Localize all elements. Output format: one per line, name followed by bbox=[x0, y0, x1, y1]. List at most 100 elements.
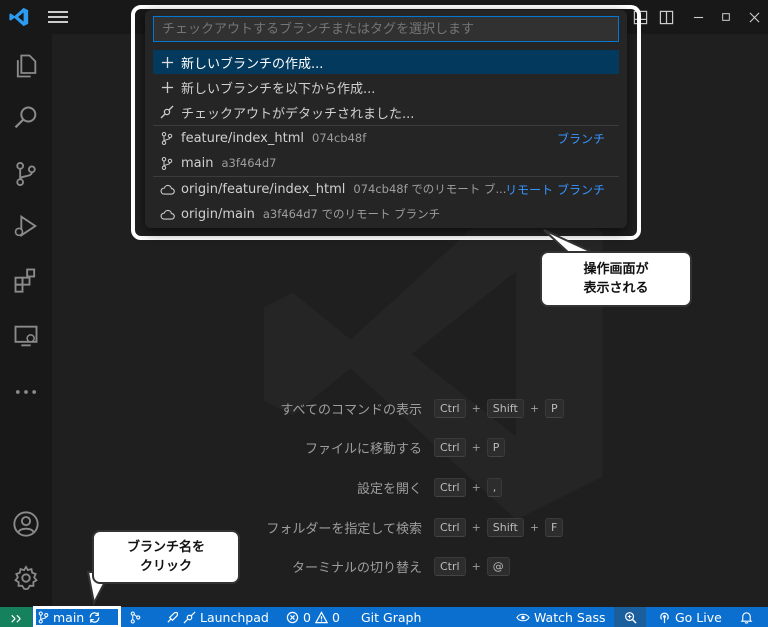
eye-icon bbox=[516, 613, 530, 621]
watch-sass-label: Watch Sass bbox=[534, 609, 606, 625]
activity-bar bbox=[0, 34, 52, 607]
watch-sass-button[interactable]: Watch Sass bbox=[516, 607, 606, 627]
go-live-label: Go Live bbox=[675, 609, 722, 625]
item-label: 新しいブランチを以下から作成... bbox=[181, 81, 376, 97]
account-icon[interactable] bbox=[0, 504, 52, 544]
shortcut-label: すべてのコマンドの表示 bbox=[280, 402, 422, 418]
bell-icon bbox=[740, 611, 753, 624]
git-graph-icon bbox=[130, 610, 141, 624]
minimize-icon[interactable] bbox=[688, 7, 708, 27]
zoom-button[interactable] bbox=[614, 607, 646, 627]
key-cap: P bbox=[545, 398, 564, 418]
remote-branch-item[interactable]: origin/feature/index_html 074cb48f でのリモー… bbox=[153, 177, 619, 201]
item-label: チェックアウトがデタッチされました... bbox=[181, 106, 415, 122]
plus-icon bbox=[157, 81, 177, 94]
gear-icon[interactable] bbox=[0, 558, 52, 598]
key-cap: Ctrl bbox=[434, 556, 466, 576]
git-graph-button[interactable]: Git Graph bbox=[361, 607, 421, 627]
git-commit-icon bbox=[157, 105, 177, 119]
status-bar: main Launchpad 0 0 Git Graph Watch Sass … bbox=[0, 606, 768, 627]
key-cap: P bbox=[486, 437, 506, 457]
git-graph-label: Git Graph bbox=[361, 609, 422, 625]
item-label: main bbox=[181, 155, 214, 171]
item-label: origin/main bbox=[181, 206, 255, 222]
item-description: 074cb48f でのリモート ブ... bbox=[353, 182, 507, 196]
create-branch-from-item[interactable]: 新しいブランチを以下から作成... bbox=[153, 75, 619, 99]
toggle-secondary-sidebar-icon[interactable] bbox=[656, 7, 676, 27]
warning-count: 0 bbox=[331, 609, 340, 625]
problems-indicator[interactable]: 0 0 bbox=[286, 607, 340, 627]
more-icon[interactable] bbox=[0, 372, 52, 412]
shortcut-label: 設定を開く bbox=[356, 481, 422, 497]
callout-line: 表示される bbox=[583, 281, 649, 296]
callout-line: 操作画面が bbox=[583, 262, 649, 277]
explorer-icon[interactable] bbox=[0, 46, 52, 86]
git-branch-icon bbox=[157, 156, 177, 171]
sync-icon bbox=[89, 611, 100, 623]
branch-name: main bbox=[53, 609, 85, 625]
item-label: origin/feature/index_html bbox=[181, 181, 346, 197]
remote-indicator[interactable] bbox=[0, 607, 32, 627]
rocket-icon bbox=[167, 611, 179, 623]
branch-item[interactable]: feature/index_html 074cb48f ブランチ bbox=[153, 126, 619, 150]
broadcast-icon bbox=[660, 612, 669, 623]
item-tag: ブランチ bbox=[556, 131, 605, 146]
go-live-button[interactable]: Go Live bbox=[658, 607, 722, 627]
search-icon[interactable] bbox=[0, 98, 52, 138]
shortcut-row: 設定を開く Ctrl + , bbox=[172, 475, 732, 499]
key-cap: @ bbox=[486, 556, 510, 576]
close-icon[interactable] bbox=[744, 7, 764, 27]
key-cap: Shift bbox=[486, 398, 524, 418]
item-tag: リモート ブランチ bbox=[505, 182, 605, 197]
key-cap: Ctrl bbox=[434, 477, 466, 497]
shortcut-row: ターミナルの切り替え Ctrl + @ bbox=[172, 554, 732, 578]
shortcut-row: ファイルに移動する Ctrl + P bbox=[172, 435, 732, 459]
shortcut-row: すべてのコマンドの表示 Ctrl + Shift + P bbox=[172, 396, 732, 420]
git-graph-icon-button[interactable] bbox=[130, 607, 141, 627]
callout-line: クリック bbox=[139, 559, 192, 574]
callout-line: ブランチ名を bbox=[126, 540, 205, 555]
remote-branch-item[interactable]: origin/main a3f464d7 でのリモート ブランチ bbox=[153, 202, 619, 226]
error-icon bbox=[286, 611, 299, 623]
warning-icon bbox=[314, 610, 328, 623]
remote-icon bbox=[11, 614, 21, 623]
extensions-icon[interactable] bbox=[0, 260, 52, 300]
run-debug-icon[interactable] bbox=[0, 206, 52, 246]
git-commit-icon bbox=[183, 611, 196, 623]
git-branch-icon bbox=[157, 131, 177, 146]
restore-icon[interactable] bbox=[716, 7, 736, 27]
launchpad-label: Launchpad bbox=[200, 609, 269, 625]
callout-operation-screen: 操作画面が 表示される bbox=[540, 251, 692, 307]
vscode-logo-icon bbox=[8, 6, 30, 28]
key-cap: Shift bbox=[486, 517, 524, 537]
item-description: a3f464d7 でのリモート ブランチ bbox=[262, 207, 441, 221]
item-description: 074cb48f bbox=[312, 131, 367, 145]
key-cap: F bbox=[545, 517, 564, 537]
key-cap: Ctrl bbox=[434, 517, 466, 537]
item-label: feature/index_html bbox=[181, 130, 304, 146]
source-control-icon[interactable] bbox=[0, 154, 52, 194]
branch-quick-pick: 新しいブランチの作成... 新しいブランチを以下から作成... チェックアウトが… bbox=[145, 10, 627, 228]
cloud-icon bbox=[157, 209, 177, 220]
branch-item[interactable]: main a3f464d7 bbox=[153, 151, 619, 175]
plus-icon bbox=[157, 56, 177, 69]
callout-click-branch: ブランチ名を クリック bbox=[92, 530, 240, 584]
git-branch-icon bbox=[38, 610, 49, 624]
error-count: 0 bbox=[303, 609, 311, 625]
launchpad-button[interactable]: Launchpad bbox=[166, 607, 269, 627]
key-cap: Ctrl bbox=[434, 437, 466, 457]
cloud-icon bbox=[157, 184, 177, 195]
checkout-detached-item[interactable]: チェックアウトがデタッチされました... bbox=[153, 100, 619, 124]
zoom-icon bbox=[624, 611, 637, 624]
create-branch-item[interactable]: 新しいブランチの作成... bbox=[153, 50, 619, 74]
key-cap: Ctrl bbox=[434, 398, 466, 418]
item-label: 新しいブランチの作成... bbox=[181, 56, 324, 72]
remote-explorer-icon[interactable] bbox=[0, 316, 52, 356]
shortcut-label: ファイルに移動する bbox=[304, 441, 422, 457]
item-description: a3f464d7 bbox=[221, 156, 277, 170]
notifications-button[interactable] bbox=[740, 607, 753, 627]
branch-indicator[interactable]: main bbox=[33, 606, 121, 627]
menu-icon[interactable] bbox=[48, 9, 68, 25]
branch-search-input[interactable] bbox=[153, 16, 619, 42]
shortcut-row: フォルダーを指定して検索 Ctrl + Shift + F bbox=[172, 515, 732, 539]
